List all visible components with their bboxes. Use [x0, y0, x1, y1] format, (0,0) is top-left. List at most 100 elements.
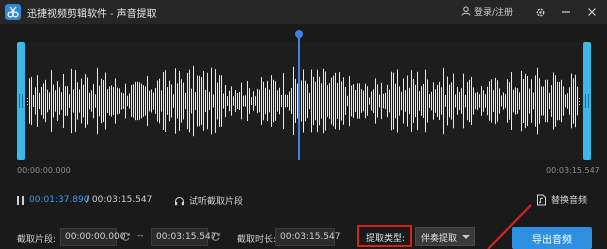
waveform-bar	[517, 88, 518, 114]
waveform-bar	[201, 77, 202, 125]
waveform-bar	[411, 70, 412, 132]
waveform-bar	[443, 67, 444, 135]
waveform-bar	[427, 79, 428, 123]
waveform-bar	[103, 80, 104, 122]
waveform-bar	[271, 75, 272, 127]
waveform-bar	[105, 72, 106, 130]
replace-audio-button[interactable]: 替换音频	[536, 193, 587, 206]
waveform-bar	[221, 75, 222, 127]
waveform-bar	[205, 89, 206, 113]
waveform-bar	[335, 72, 336, 130]
waveform-bar	[459, 91, 460, 111]
waveform-bar	[147, 75, 148, 127]
waveform-bar	[515, 87, 516, 115]
waveform-bar	[471, 76, 472, 126]
waveform-bar	[173, 94, 174, 108]
waveform-bar	[225, 85, 226, 117]
waveform-bar	[73, 89, 74, 113]
waveform-end-dot	[27, 98, 28, 99]
reset-end-icon[interactable]	[210, 231, 221, 242]
headphones-icon	[174, 196, 185, 205]
waveform-bar	[233, 96, 234, 106]
waveform-bar	[287, 94, 288, 108]
waveform-bar	[361, 89, 362, 113]
waveform-bar	[257, 88, 258, 114]
waveform-bar	[485, 94, 486, 108]
reset-start-icon[interactable]	[120, 231, 131, 242]
waveform-bar	[367, 86, 368, 116]
waveform-bar	[149, 90, 150, 112]
trim-start-handle[interactable]	[17, 42, 25, 160]
waveform-bar	[507, 79, 508, 123]
waveform-bar	[59, 87, 60, 115]
waveform-bar	[529, 88, 530, 114]
clip-end-input[interactable]: 00:03:15.547	[151, 228, 216, 246]
waveform-bar	[433, 82, 434, 120]
waveform-bar	[449, 84, 450, 118]
waveform-bar	[401, 91, 402, 111]
waveform-bar	[209, 91, 210, 111]
playhead-marker-icon[interactable]	[293, 28, 305, 40]
waveform-bar	[543, 86, 544, 116]
waveform-bar	[567, 93, 568, 109]
extract-type-select[interactable]: 伴奏提取	[415, 227, 475, 246]
waveform-bar	[463, 73, 464, 129]
waveform-bar	[219, 75, 220, 127]
waveform-bar	[67, 86, 68, 116]
trim-end-handle[interactable]	[583, 42, 591, 160]
settings-icon	[536, 8, 544, 16]
waveform-bar	[97, 67, 98, 135]
close-button[interactable]	[583, 3, 601, 21]
waveform-bar	[489, 81, 490, 121]
waveform-bar	[541, 86, 542, 116]
waveform-bar	[273, 79, 274, 123]
waveform-panel[interactable]	[17, 28, 591, 160]
extract-type-value: 伴奏提取	[421, 234, 458, 244]
waveform-bar	[291, 87, 292, 115]
waveform-bar	[87, 77, 88, 125]
waveform-bar	[501, 95, 502, 107]
waveform-bar	[479, 94, 480, 108]
close-icon	[588, 8, 596, 16]
waveform-bar	[405, 90, 406, 112]
title-bar: 迅捷视频剪辑软件 - 声音提取 登录/注册	[0, 0, 607, 24]
window-title: 迅捷视频剪辑软件 - 声音提取	[27, 5, 157, 20]
waveform-bar	[561, 79, 562, 123]
waveform-bar	[413, 78, 414, 124]
export-audio-button[interactable]: 导出音频	[512, 227, 592, 249]
waveform-bar	[61, 92, 62, 110]
waveform-bar	[241, 82, 242, 120]
waveform-bar	[387, 84, 388, 118]
waveform-bar	[95, 94, 96, 108]
clip-start-input[interactable]: 00:00:00.000	[60, 228, 125, 246]
waveform-bar	[447, 76, 448, 126]
waveform-bar	[431, 91, 432, 111]
waveform-bar	[555, 75, 556, 127]
waveform-bar	[127, 95, 128, 107]
waveform-bar	[29, 78, 30, 124]
clip-duration-input[interactable]: 00:03:15.547	[275, 228, 340, 246]
settings-button[interactable]	[531, 3, 549, 21]
pause-button[interactable]	[17, 196, 24, 205]
waveform-bar	[407, 75, 408, 127]
waveform-bar	[455, 94, 456, 108]
waveform-bar	[167, 87, 168, 115]
waveform-bar	[279, 87, 280, 115]
waveform-bar	[499, 88, 500, 114]
waveform-bar	[239, 91, 240, 111]
waveform-bar	[117, 87, 118, 115]
waveform-bar	[425, 69, 426, 133]
waveform-bar	[41, 86, 42, 116]
waveform-bar	[503, 92, 504, 110]
waveform-bar	[113, 87, 114, 115]
waveform-bar	[141, 83, 142, 119]
playhead-line[interactable]	[298, 34, 300, 160]
waveform-bar	[213, 94, 214, 108]
dropdown-arrow-icon	[462, 235, 470, 239]
login-link[interactable]: 登录/注册	[461, 5, 513, 18]
waveform-bar	[63, 73, 64, 129]
minimize-button[interactable]	[557, 3, 575, 21]
preview-clip-button[interactable]: 试听截取片段	[174, 194, 243, 207]
waveform-bar	[133, 84, 134, 118]
waveform-bar	[171, 84, 172, 118]
